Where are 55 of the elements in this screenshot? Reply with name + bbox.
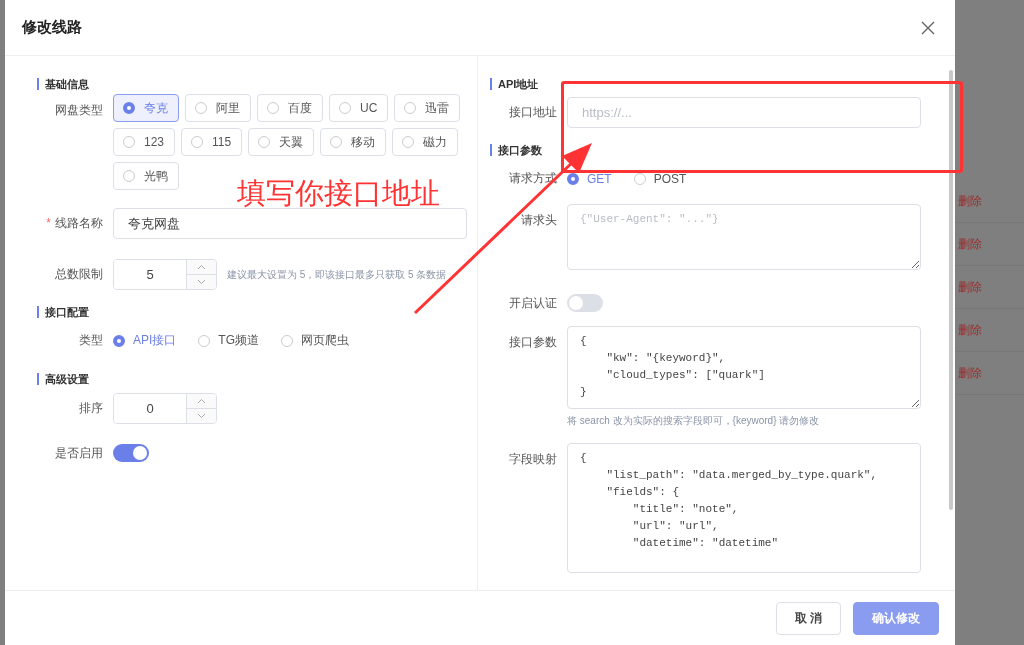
toggle-switch[interactable] <box>567 294 603 312</box>
increment-button[interactable] <box>187 394 216 408</box>
type-radio[interactable]: TG频道 <box>198 332 259 349</box>
type-radio[interactable]: 网页爬虫 <box>281 332 349 349</box>
headers-textarea[interactable]: {"User-Agent": "..."} <box>567 204 921 270</box>
increment-button[interactable] <box>187 260 216 274</box>
disk-type-option[interactable]: 光鸭 <box>113 162 179 190</box>
chevron-down-icon <box>197 413 206 419</box>
number-input[interactable]: 5 <box>113 259 217 290</box>
url-input[interactable]: https://... <box>567 97 921 128</box>
decrement-button[interactable] <box>187 274 216 289</box>
type-radio[interactable]: API接口 <box>113 332 177 349</box>
field-label: 是否启用 <box>54 444 104 462</box>
hint-text: 将 search 改为实际的搜索字段即可，{keyword} 请勿修改 <box>567 414 820 428</box>
dialog-title: 修改线路 <box>22 18 82 37</box>
scrollbar[interactable] <box>949 70 953 510</box>
disk-type-option[interactable]: 阿里 <box>185 94 251 122</box>
method-radio[interactable]: POST <box>633 171 687 186</box>
chevron-up-icon <box>197 264 206 270</box>
disk-type-option[interactable]: 115 <box>181 128 243 156</box>
cancel-button[interactable]: 取 消 <box>775 601 841 635</box>
field-label: 请求方式 <box>508 170 558 187</box>
field-label: 网盘类型 <box>54 102 104 119</box>
params-textarea[interactable]: { "kw": "{keyword}", "cloud_types": ["quark"] } <box>567 326 921 409</box>
required-mark: * <box>46 216 51 230</box>
chevron-down-icon <box>197 279 206 285</box>
section-title: 基础信息 <box>37 78 89 90</box>
field-label: 请求头 <box>520 212 558 229</box>
section-title: 高级设置 <box>37 373 89 385</box>
field-label: 接口参数 <box>508 334 558 351</box>
section-title: 接口参数 <box>490 144 542 156</box>
field-label: 字段映射 <box>508 451 558 468</box>
section-title: API地址 <box>490 78 539 90</box>
disk-type-option[interactable]: 移动 <box>320 128 387 156</box>
toggle-switch[interactable] <box>113 444 149 462</box>
disk-type-option[interactable]: 123 <box>113 128 176 156</box>
chevron-up-icon <box>197 398 206 404</box>
mapping-textarea[interactable]: { "list_path": "data.merged_by_type.quark", "fields": { "title": "note", "url": "url", "datetime": "datetime" <box>567 443 921 573</box>
field-label: * 线路名称 <box>45 215 104 232</box>
name-input[interactable]: 夸克网盘 <box>113 208 467 239</box>
field-label: 开启认证 <box>508 294 558 312</box>
disk-type-option[interactable]: 百度 <box>257 94 323 122</box>
field-label: 类型 <box>78 332 104 349</box>
section-title: 接口配置 <box>37 306 89 318</box>
hint-text: 建议最大设置为 5，即该接口最多只获取 5 条数据 <box>227 267 447 282</box>
disk-type-option[interactable]: UC <box>329 94 389 122</box>
field-label: 总数限制 <box>54 266 104 283</box>
number-input[interactable]: 0 <box>113 393 217 424</box>
decrement-button[interactable] <box>187 408 216 423</box>
disk-type-option[interactable]: 天翼 <box>248 128 315 156</box>
disk-type-option[interactable]: 磁力 <box>392 128 459 156</box>
annotation-text: 填写你接口地址 <box>237 176 440 210</box>
disk-type-option[interactable]: 迅雷 <box>394 94 461 122</box>
field-label: 接口地址 <box>508 104 558 121</box>
field-label: 排序 <box>78 400 104 417</box>
